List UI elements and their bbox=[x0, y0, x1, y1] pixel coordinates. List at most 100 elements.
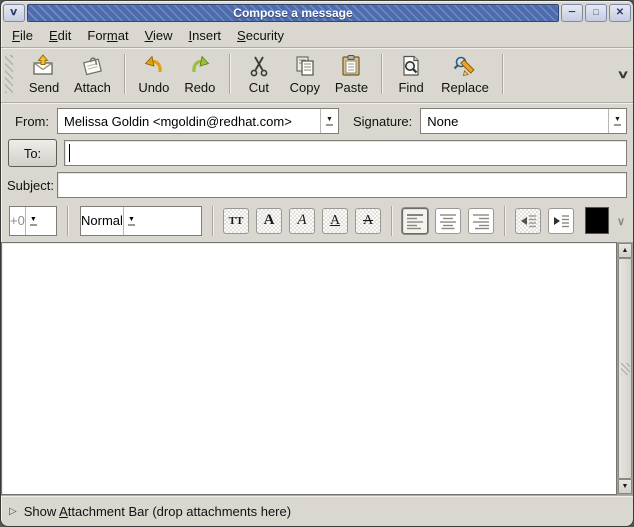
toolbar-overflow-button[interactable]: ∨ bbox=[619, 68, 627, 81]
attachment-text: Show bbox=[24, 504, 59, 519]
subject-label: Subject: bbox=[7, 178, 57, 193]
combo-arrow-icon: ▼ bbox=[25, 207, 41, 235]
from-select[interactable]: Melissa Goldin <mgoldin@redhat.com> ▼ bbox=[57, 108, 339, 134]
menu-insert[interactable]: Insert bbox=[182, 25, 229, 46]
format-overflow-button[interactable]: ∨ bbox=[617, 212, 625, 230]
paragraph-style-select[interactable]: Normal ▼ bbox=[80, 206, 202, 236]
toolbar-separator bbox=[124, 54, 125, 94]
attach-button[interactable]: Attach bbox=[67, 50, 118, 98]
align-left-icon bbox=[406, 212, 424, 230]
toolbar-label: Cut bbox=[249, 80, 269, 95]
strikethrough-toggle[interactable]: A bbox=[355, 208, 381, 234]
format-separator bbox=[212, 206, 213, 236]
paragraph-style-value: Normal bbox=[81, 213, 123, 228]
format-separator bbox=[504, 206, 505, 236]
attachment-bar-label: Show Attachment Bar (drop attachments he… bbox=[24, 504, 291, 519]
to-input[interactable] bbox=[64, 140, 627, 166]
attachment-bar[interactable]: ▷ Show Attachment Bar (drop attachments … bbox=[1, 495, 633, 526]
cut-button[interactable]: Cut bbox=[236, 50, 282, 98]
format-separator bbox=[391, 206, 392, 236]
close-icon: ✕ bbox=[616, 8, 624, 18]
titlebar-drag-area[interactable]: Compose a message bbox=[27, 4, 559, 22]
close-button[interactable]: ✕ bbox=[609, 4, 631, 22]
message-body[interactable] bbox=[1, 242, 617, 495]
format-toolbar: +0 ▼ Normal ▼ TT A A A A bbox=[1, 200, 633, 241]
replace-button[interactable]: Replace bbox=[434, 50, 496, 98]
toolbar-label: Send bbox=[29, 80, 59, 95]
signature-select[interactable]: None ▼ bbox=[420, 108, 627, 134]
minimize-button[interactable]: − bbox=[561, 4, 583, 22]
redo-icon bbox=[188, 54, 212, 78]
chevron-down-icon: ∨ bbox=[617, 68, 630, 81]
maximize-button[interactable]: □ bbox=[585, 4, 607, 22]
menu-label: ile bbox=[20, 28, 33, 43]
send-button[interactable]: Send bbox=[21, 50, 67, 98]
strikethrough-icon: A bbox=[363, 213, 373, 229]
scroll-up-button[interactable]: ▲ bbox=[618, 243, 632, 258]
align-left-toggle[interactable] bbox=[402, 208, 428, 234]
editor-area: ▲ ▼ bbox=[1, 241, 633, 495]
align-right-icon bbox=[472, 212, 490, 230]
indent-icon bbox=[552, 212, 570, 230]
subject-input[interactable] bbox=[57, 172, 627, 198]
window-menu-button[interactable]: ∨ bbox=[3, 4, 25, 22]
to-row: To: bbox=[7, 139, 627, 167]
undo-button[interactable]: Undo bbox=[131, 50, 177, 98]
indent-button[interactable] bbox=[548, 208, 574, 234]
attach-icon bbox=[79, 54, 105, 78]
copy-button[interactable]: Copy bbox=[282, 50, 328, 98]
combo-arrow-bar bbox=[30, 224, 37, 226]
scrollbar-grip-icon bbox=[621, 363, 630, 375]
attachment-text: ttachment Bar (drop attachments here) bbox=[68, 504, 291, 519]
menu-view[interactable]: View bbox=[138, 25, 180, 46]
menu-label: dit bbox=[58, 28, 72, 43]
paste-icon bbox=[339, 54, 363, 78]
to-entry-wrap bbox=[64, 140, 627, 166]
from-label: From: bbox=[7, 114, 57, 129]
align-right-toggle[interactable] bbox=[468, 208, 494, 234]
toolbar-label: Redo bbox=[184, 80, 215, 95]
menu-security[interactable]: Security bbox=[230, 25, 291, 46]
menu-edit[interactable]: Edit bbox=[42, 25, 78, 46]
bold-toggle[interactable]: A bbox=[256, 208, 282, 234]
combo-arrow-bar bbox=[128, 224, 135, 226]
subject-entry-wrap bbox=[57, 172, 627, 198]
unindent-icon bbox=[519, 212, 537, 230]
tt-icon: TT bbox=[229, 215, 244, 227]
from-row: From: Melissa Goldin <mgoldin@redhat.com… bbox=[7, 108, 627, 134]
to-button[interactable]: To: bbox=[8, 139, 57, 167]
unindent-button[interactable] bbox=[515, 208, 541, 234]
vertical-scrollbar: ▲ ▼ bbox=[617, 242, 633, 495]
text-color-swatch[interactable] bbox=[585, 207, 609, 234]
redo-button[interactable]: Redo bbox=[177, 50, 223, 98]
message-headers: From: Melissa Goldin <mgoldin@redhat.com… bbox=[1, 103, 633, 200]
italic-icon: A bbox=[297, 212, 306, 229]
typewriter-toggle[interactable]: TT bbox=[223, 208, 249, 234]
combo-arrow-icon: ▼ bbox=[608, 109, 626, 133]
to-button-label: To: bbox=[24, 146, 41, 161]
toolbar-grip[interactable] bbox=[5, 55, 13, 93]
align-center-icon bbox=[439, 212, 457, 230]
main-toolbar: Send Attach Undo bbox=[1, 48, 633, 103]
chevron-down-icon: ∨ bbox=[617, 216, 625, 228]
from-value: Melissa Goldin <mgoldin@redhat.com> bbox=[58, 114, 320, 129]
triangle-down-icon: ▼ bbox=[326, 116, 333, 123]
compose-window: ∨ Compose a message − □ ✕ File Edit Form… bbox=[0, 0, 634, 527]
paste-button[interactable]: Paste bbox=[328, 50, 375, 98]
menu-format[interactable]: Format bbox=[80, 25, 135, 46]
menu-file[interactable]: File bbox=[5, 25, 40, 46]
menu-accel: V bbox=[145, 28, 153, 43]
cut-icon bbox=[247, 54, 271, 78]
italic-toggle[interactable]: A bbox=[289, 208, 315, 234]
menu-label: iew bbox=[153, 28, 173, 43]
toolbar-label: Paste bbox=[335, 80, 368, 95]
attachment-accel: A bbox=[59, 504, 68, 519]
align-center-toggle[interactable] bbox=[435, 208, 461, 234]
menu-label: ecurity bbox=[246, 28, 284, 43]
font-size-select[interactable]: +0 ▼ bbox=[9, 206, 57, 236]
scrollbar-thumb[interactable] bbox=[618, 258, 632, 479]
find-button[interactable]: Find bbox=[388, 50, 434, 98]
underline-toggle[interactable]: A bbox=[322, 208, 348, 234]
scroll-down-button[interactable]: ▼ bbox=[618, 479, 632, 494]
menu-label: at bbox=[118, 28, 129, 43]
